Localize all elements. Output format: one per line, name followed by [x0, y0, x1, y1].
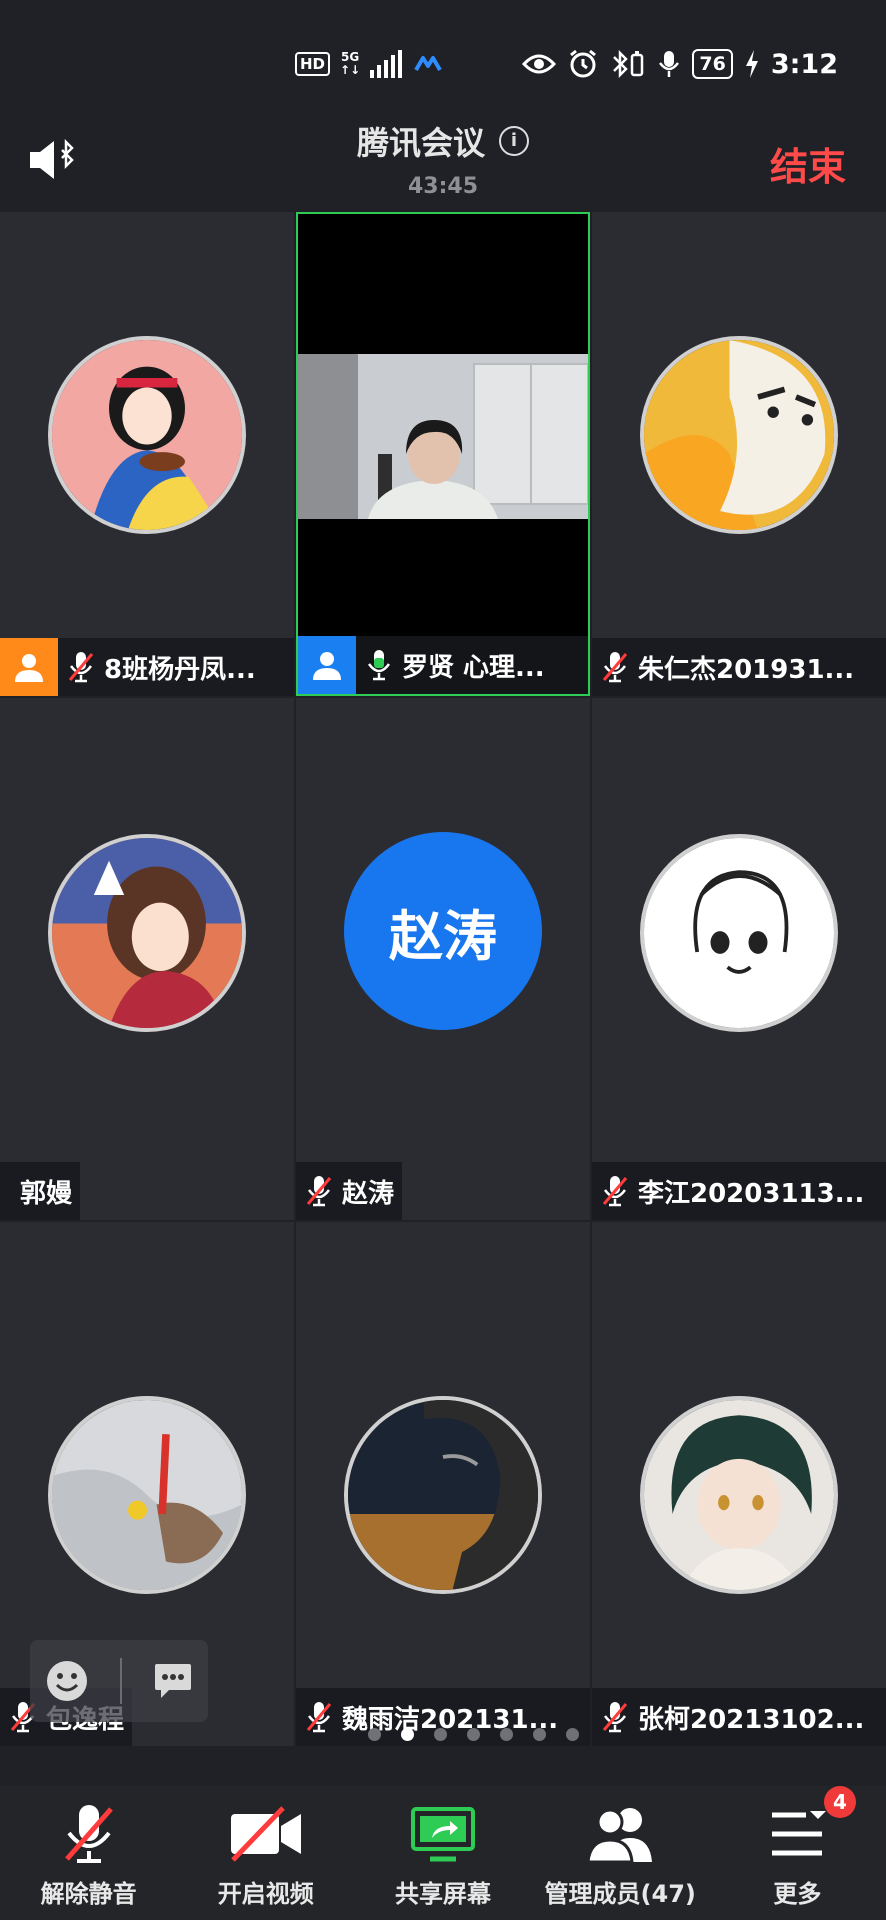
participant-name: 李江20203113... — [638, 1178, 865, 1209]
participant-name: 赵涛 — [342, 1178, 395, 1209]
participant-name: 朱仁杰201931... — [638, 654, 855, 685]
alarm-icon — [570, 49, 597, 78]
user-icon — [15, 654, 43, 682]
unmute-label: 解除静音 — [40, 1880, 137, 1908]
participant-tile[interactable]: 魏雨洁202131... — [296, 1222, 590, 1746]
share-screen-icon — [411, 1807, 475, 1862]
meeting-title-block: 腾讯会议 i 43:45 — [0, 118, 886, 199]
meeting-header: 腾讯会议 i 43:45 结束 — [0, 100, 886, 210]
charging-icon — [745, 50, 758, 78]
end-meeting-button[interactable]: 结束 — [770, 136, 846, 191]
meeting-screen: HD 5G ↑↓ 76 3:12 腾讯会议 i 43:45 结束 8班杨丹凤..… — [0, 0, 886, 1920]
mic-muted-icon — [58, 638, 104, 696]
status-right: 76 3:12 — [522, 44, 838, 84]
avatar-dark-photo — [348, 1400, 538, 1590]
name-bar: 赵涛 — [296, 1162, 403, 1220]
manage-members-button[interactable]: 管理成员(47) — [532, 1786, 709, 1920]
participant-tile[interactable]: 张柯20213102... — [592, 1222, 886, 1746]
emoji-icon[interactable] — [45, 1659, 89, 1703]
participant-tile[interactable]: 朱仁杰201931... — [592, 212, 886, 696]
start-video-button[interactable]: 开启视频 — [177, 1786, 354, 1920]
avatar-snow-white — [52, 340, 242, 530]
participant-name: 罗贤 心理... — [402, 652, 545, 683]
participant-grid: 8班杨丹凤... 罗贤 心理... 朱仁杰201931... 郭嫚 赵涛 赵涛 … — [0, 212, 886, 1746]
more-label: 更多 — [773, 1880, 822, 1908]
user-icon — [313, 652, 341, 680]
name-bar: 8班杨丹凤... — [0, 638, 294, 696]
reaction-bar — [30, 1640, 208, 1722]
mic-on-icon — [356, 636, 402, 694]
meeting-app-icon — [414, 56, 442, 72]
signal-icon — [370, 50, 403, 78]
start-video-label: 开启视频 — [217, 1880, 314, 1908]
mic-muted-icon — [64, 1805, 113, 1863]
avatar-hand-blanket — [52, 1400, 242, 1590]
mic-muted-icon — [296, 1162, 342, 1220]
video-feed — [298, 354, 588, 519]
clock: 3:12 — [770, 48, 838, 80]
page-dot[interactable] — [499, 1728, 513, 1741]
page-dot[interactable] — [367, 1728, 381, 1741]
avatar — [640, 336, 838, 534]
page-dot[interactable] — [433, 1728, 447, 1741]
manage-members-label: 管理成员(47) — [544, 1880, 696, 1908]
participant-tile-active-speaker[interactable]: 罗贤 心理... — [296, 212, 590, 696]
avatar — [48, 336, 246, 534]
avatar — [640, 834, 838, 1032]
avatar — [640, 1396, 838, 1594]
avatar — [48, 834, 246, 1032]
page-indicator[interactable] — [0, 1728, 886, 1748]
mic-muted-icon — [592, 638, 638, 696]
more-button[interactable]: 更多 4 — [709, 1786, 886, 1920]
meeting-title-text: 腾讯会议 — [356, 124, 485, 162]
avatar-anime-boy — [644, 1400, 834, 1590]
page-dot[interactable] — [565, 1728, 579, 1741]
name-bar: 郭嫚 — [0, 1162, 81, 1220]
participant-tile[interactable]: 8班杨丹凤... — [0, 212, 294, 696]
unmute-button[interactable]: 解除静音 — [0, 1786, 177, 1920]
eye-icon — [522, 54, 557, 74]
participant-tile[interactable]: 李江20203113... — [592, 698, 886, 1220]
status-left: HD 5G ↑↓ — [295, 46, 442, 82]
network-type: 5G ↑↓ — [340, 50, 361, 77]
avatar — [48, 1396, 246, 1594]
page-dot[interactable] — [400, 1728, 414, 1741]
avatar-duck — [644, 340, 834, 530]
avatar-fox-mask-girl — [52, 838, 242, 1028]
participant-tile[interactable]: 郭嫚 — [0, 698, 294, 1220]
participant-tile[interactable]: 赵涛 赵涛 — [296, 698, 590, 1220]
page-dot[interactable] — [466, 1728, 480, 1741]
cohost-tag — [298, 636, 356, 694]
notification-badge: 4 — [824, 1786, 857, 1818]
name-bar: 朱仁杰201931... — [592, 638, 886, 696]
bluetooth-battery-icon — [613, 49, 644, 79]
host-tag — [0, 638, 58, 696]
bottom-toolbar: 解除静音 开启视频 共享屏幕 管理成员(47) 更多 4 — [0, 1786, 886, 1920]
avatar — [344, 1396, 542, 1594]
share-screen-label: 共享屏幕 — [395, 1880, 491, 1908]
mic-status-icon — [659, 51, 680, 77]
initials-avatar: 赵涛 — [344, 832, 542, 1030]
name-bar: 李江20203113... — [592, 1162, 886, 1220]
avatar-line-drawing — [644, 838, 834, 1028]
meeting-title[interactable]: 腾讯会议 i — [357, 118, 529, 164]
hd-badge: HD — [295, 52, 331, 76]
meeting-timer: 43:45 — [407, 174, 479, 199]
share-screen-button[interactable]: 共享屏幕 — [354, 1786, 531, 1920]
divider — [119, 1658, 122, 1704]
chat-icon[interactable] — [153, 1662, 193, 1700]
status-bar: HD 5G ↑↓ 76 3:12 — [0, 0, 886, 100]
battery-level: 76 — [692, 49, 733, 79]
video-off-icon — [230, 1806, 301, 1862]
participant-name: 8班杨丹凤... — [104, 654, 256, 685]
menu-icon — [772, 1811, 827, 1856]
name-bar: 罗贤 心理... — [298, 636, 588, 694]
participant-name: 郭嫚 — [20, 1178, 73, 1209]
page-dot[interactable] — [532, 1728, 546, 1741]
video-frame — [298, 354, 588, 519]
members-icon — [586, 1808, 653, 1864]
info-icon[interactable]: i — [499, 126, 529, 156]
mic-muted-icon — [592, 1162, 638, 1220]
